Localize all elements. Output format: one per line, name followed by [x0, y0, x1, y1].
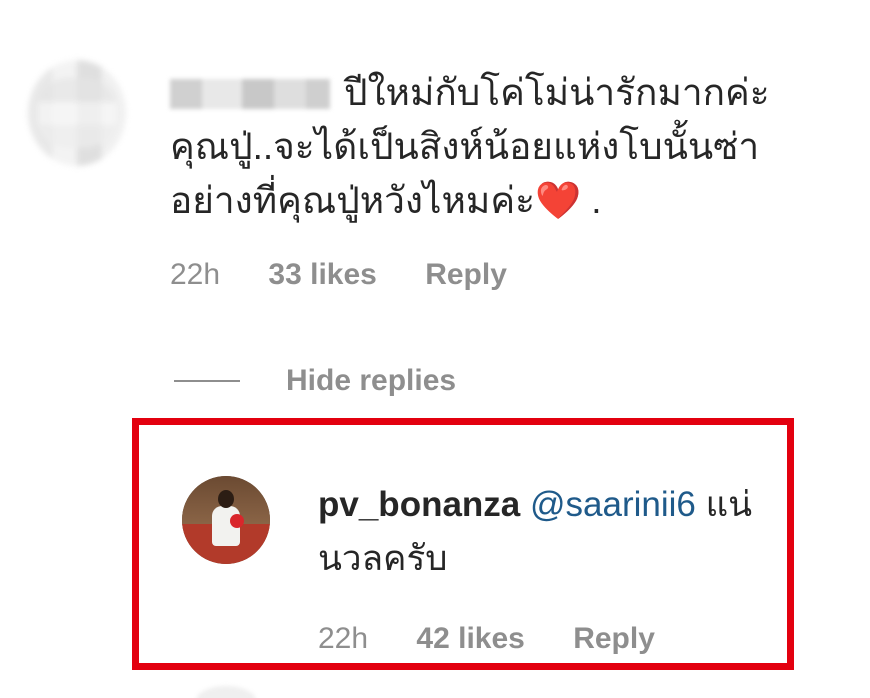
reply-username[interactable]: pv_bonanza — [318, 485, 520, 524]
blurred-avatar[interactable] — [28, 60, 126, 166]
blurred-username[interactable] — [170, 79, 330, 109]
avatar-ball — [230, 514, 244, 528]
comment-body: ปีใหม่กับโค่โม่น่ารักมากค่ะ คุณปู่..จะได… — [170, 66, 830, 228]
reply-meta: 22h 42 likes Reply — [318, 622, 655, 656]
hide-replies-line — [174, 380, 240, 382]
comments-view: ปีใหม่กับโค่โม่น่ารักมากค่ะ คุณปู่..จะได… — [0, 0, 870, 698]
reply-mention[interactable]: @saarinii6 — [530, 485, 696, 524]
hide-replies-button[interactable]: Hide replies — [174, 364, 456, 398]
avatar-person-head — [218, 490, 234, 508]
reply-timestamp: 22h — [318, 622, 369, 655]
hide-replies-label: Hide replies — [286, 364, 457, 397]
reply-reply-button[interactable]: Reply — [573, 622, 655, 656]
comment-reply-button[interactable]: Reply — [425, 258, 507, 292]
reply-body: pv_bonanza @saarinii6 แน่นวลครับ — [318, 478, 788, 586]
next-comment-avatar — [196, 686, 256, 698]
comment-timestamp: 22h — [170, 258, 221, 291]
avatar[interactable] — [182, 476, 270, 564]
reply-likes[interactable]: 42 likes — [416, 622, 524, 656]
comment-likes[interactable]: 33 likes — [268, 258, 376, 292]
comment-meta: 22h 33 likes Reply — [170, 258, 507, 292]
